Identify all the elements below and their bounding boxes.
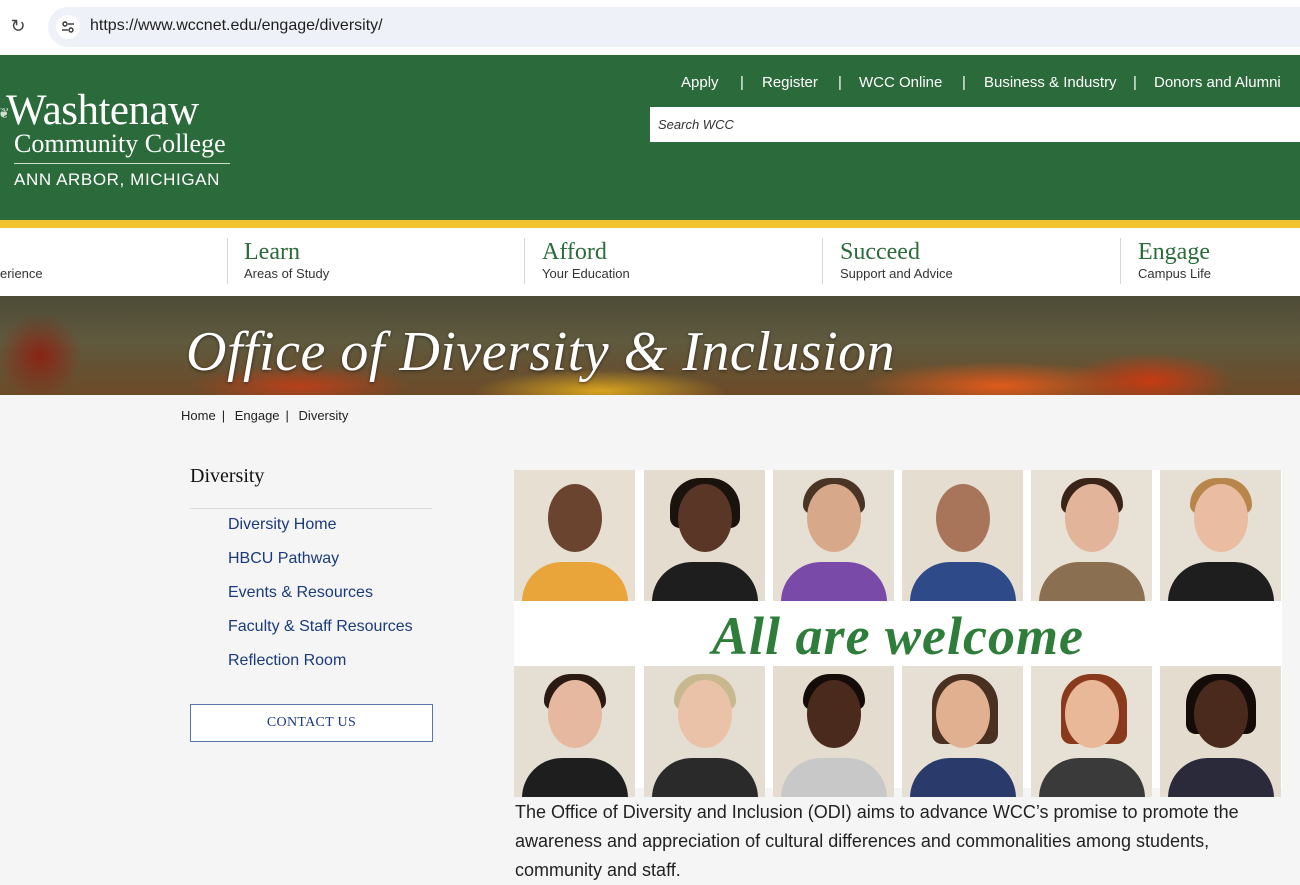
url-text[interactable]: https://www.wccnet.edu/engage/diversity/ bbox=[90, 17, 383, 35]
site-header: ❦ Washtenaw Community College ANN ARBOR,… bbox=[0, 55, 1300, 220]
nav-divider bbox=[227, 238, 228, 284]
intro-paragraph: The Office of Diversity and Inclusion (O… bbox=[515, 802, 1239, 880]
sidebar-item-diversity-home[interactable]: Diversity Home bbox=[228, 516, 336, 534]
breadcrumb-separator: | bbox=[285, 408, 289, 423]
utility-nav: Apply | Register | WCC Online | Business… bbox=[0, 74, 1300, 94]
portrait-photo bbox=[1031, 666, 1152, 797]
logo-location: ANN ARBOR, MICHIGAN bbox=[14, 170, 220, 189]
link-wcc-online[interactable]: WCC Online bbox=[859, 74, 942, 91]
breadcrumb-engage[interactable]: Engage bbox=[235, 408, 280, 423]
portrait-photo bbox=[902, 470, 1023, 601]
portrait-photo bbox=[773, 666, 894, 797]
link-business-industry[interactable]: Business & Industry bbox=[984, 74, 1117, 91]
portrait-photo bbox=[644, 666, 765, 797]
page-title: Office of Diversity & Inclusion bbox=[186, 321, 896, 383]
portrait-photo bbox=[1031, 470, 1152, 601]
browser-toolbar: ↻ https://www.wccnet.edu/engage/diversit… bbox=[0, 0, 1300, 54]
sidebar-item-hbcu-pathway[interactable]: HBCU Pathway bbox=[228, 550, 339, 568]
nav-separator: | bbox=[740, 74, 744, 91]
nav-item-experience[interactable]: erience bbox=[0, 238, 43, 288]
portrait-photo bbox=[1160, 666, 1281, 797]
portrait-photo bbox=[514, 666, 635, 797]
main-nav: erience Learn Areas of Study Afford Your… bbox=[0, 228, 1300, 296]
leaf-icon: ❦ bbox=[0, 105, 10, 121]
portrait-photo bbox=[902, 666, 1023, 797]
welcome-headline: All are welcome bbox=[712, 606, 1084, 666]
portrait-photo bbox=[514, 470, 635, 601]
sidebar-item-events-resources[interactable]: Events & Resources bbox=[228, 584, 373, 602]
link-apply[interactable]: Apply bbox=[681, 74, 719, 91]
accent-stripe bbox=[0, 220, 1300, 228]
logo-divider bbox=[14, 163, 230, 164]
logo-subtitle[interactable]: Community College bbox=[14, 130, 226, 158]
search-input[interactable] bbox=[650, 107, 1300, 142]
sidebar-item-faculty-staff[interactable]: Faculty & Staff Resources bbox=[228, 618, 413, 636]
nav-item-learn[interactable]: Learn Areas of Study bbox=[244, 238, 329, 288]
portrait-photo bbox=[644, 470, 765, 601]
contact-us-button[interactable]: CONTACT US bbox=[190, 704, 433, 742]
nav-item-succeed[interactable]: Succeed Support and Advice bbox=[840, 238, 953, 288]
portrait-photo bbox=[1160, 470, 1281, 601]
reload-icon[interactable]: ↻ bbox=[8, 16, 28, 36]
hero-banner: Office of Diversity & Inclusion bbox=[0, 296, 1300, 395]
tune-icon[interactable] bbox=[56, 15, 80, 39]
nav-divider bbox=[1120, 238, 1121, 284]
address-bar[interactable]: https://www.wccnet.edu/engage/diversity/ bbox=[48, 7, 1300, 47]
breadcrumb: Home | Engage | Diversity bbox=[181, 408, 354, 423]
portrait-photo bbox=[773, 470, 894, 601]
link-register[interactable]: Register bbox=[762, 74, 818, 91]
nav-separator: | bbox=[1133, 74, 1137, 91]
sidebar-divider bbox=[190, 508, 432, 509]
sidebar-title: Diversity bbox=[190, 465, 265, 487]
nav-divider bbox=[524, 238, 525, 284]
breadcrumb-separator: | bbox=[221, 408, 226, 423]
sidebar-item-reflection-room[interactable]: Reflection Room bbox=[228, 652, 346, 670]
nav-item-afford[interactable]: Afford Your Education bbox=[542, 238, 630, 288]
nav-divider bbox=[822, 238, 823, 284]
all-are-welcome-image: All are welcome bbox=[514, 470, 1282, 797]
nav-separator: | bbox=[838, 74, 842, 91]
breadcrumb-diversity: Diversity bbox=[298, 408, 349, 423]
link-donors-alumni[interactable]: Donors and Alumni bbox=[1154, 74, 1281, 91]
logo-name[interactable]: Washtenaw bbox=[6, 89, 199, 132]
nav-separator: | bbox=[962, 74, 966, 91]
nav-item-engage[interactable]: Engage Campus Life bbox=[1138, 238, 1211, 288]
breadcrumb-home[interactable]: Home bbox=[181, 408, 216, 423]
